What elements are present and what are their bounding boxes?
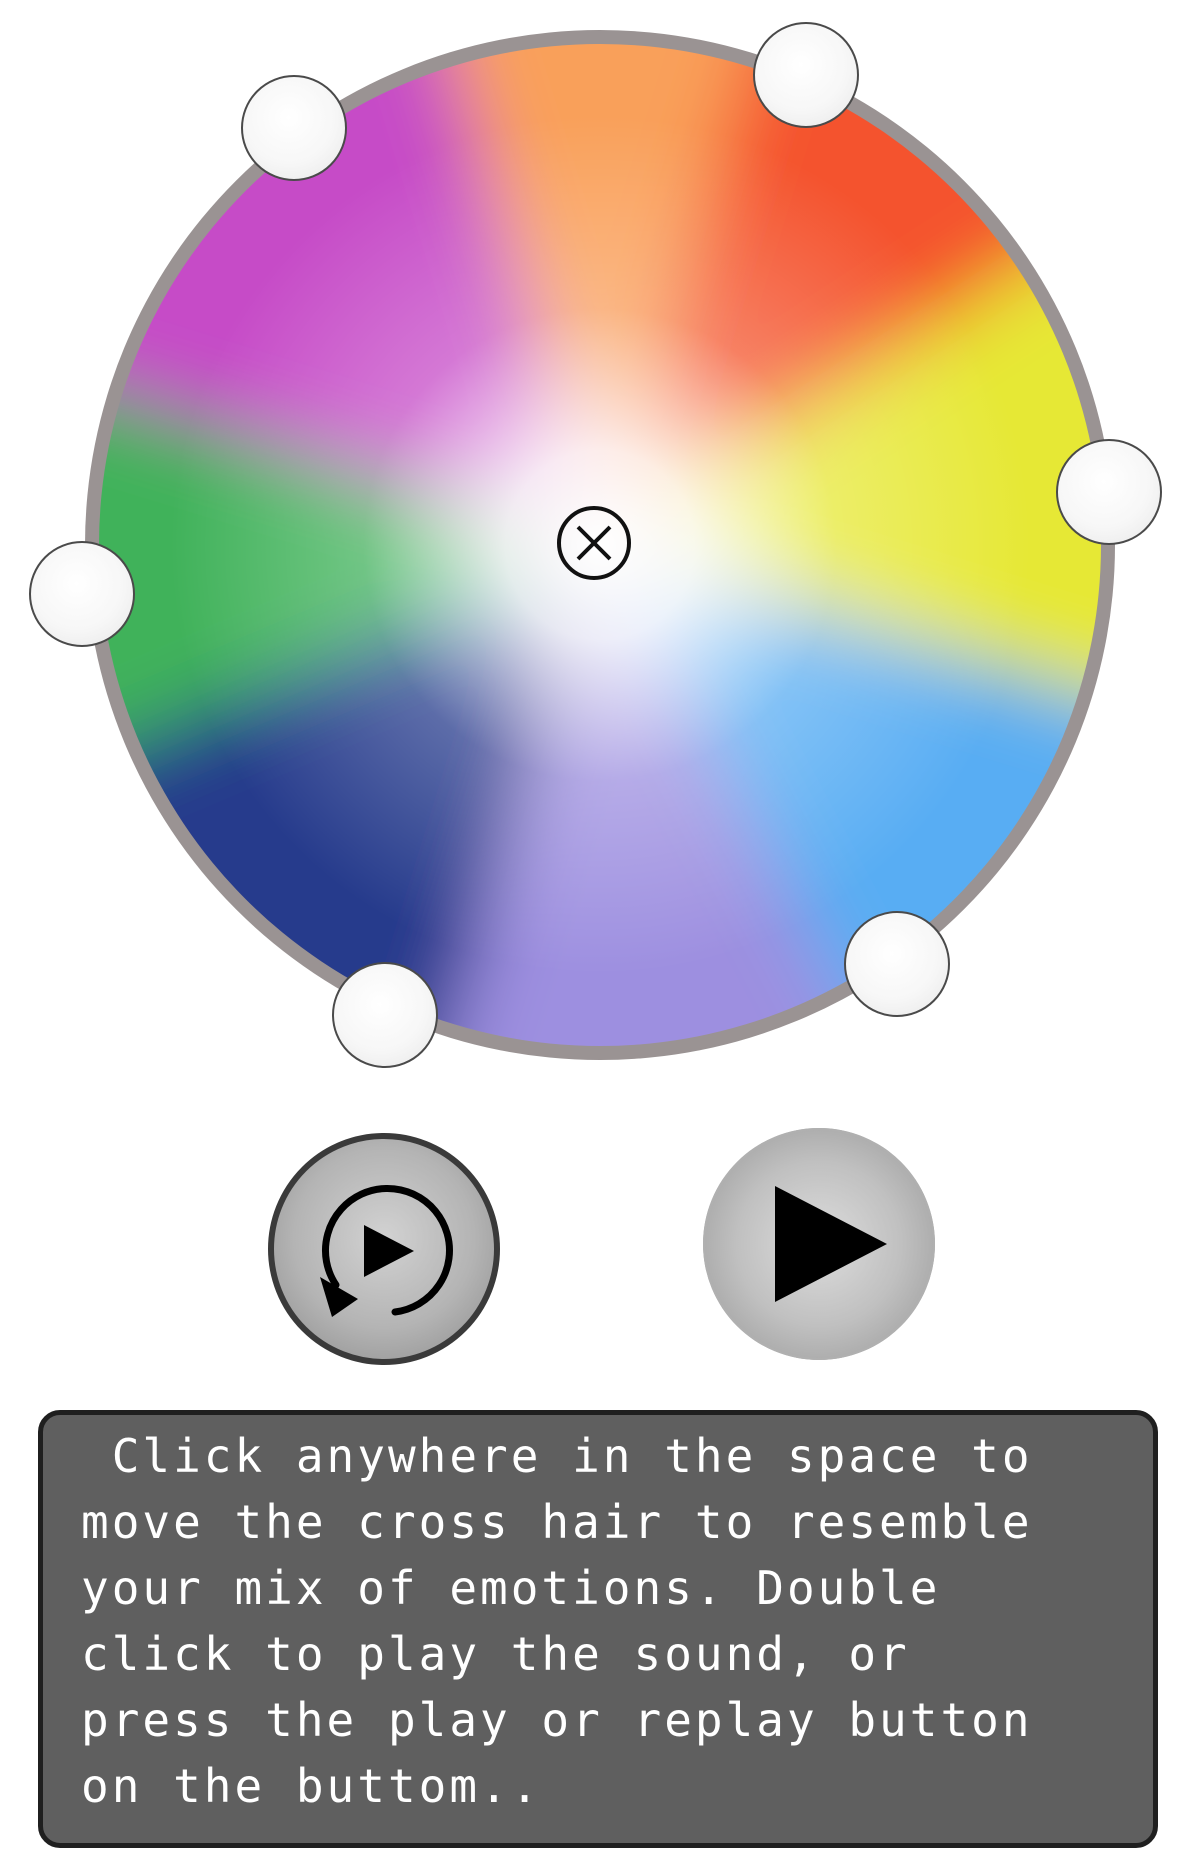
instruction-line-3: your mix of emotions. Double (81, 1561, 941, 1615)
wheel-handle-blue[interactable] (844, 911, 950, 1017)
play-button[interactable] (703, 1128, 935, 1360)
replay-icon (320, 1185, 453, 1317)
wheel-handle-orange-red[interactable] (753, 22, 859, 128)
instruction-line-1: Click anywhere in the space to (81, 1429, 1033, 1483)
instruction-line-2: move the cross hair to resemble (81, 1495, 1033, 1549)
wheel-handle-green[interactable] (29, 541, 135, 647)
instruction-text: Click anywhere in the space to move the … (81, 1423, 1129, 1819)
instruction-line-4: click to play the sound, or (81, 1627, 910, 1681)
wheel-handle-navy[interactable] (332, 962, 438, 1068)
instruction-panel: Click anywhere in the space to move the … (38, 1410, 1158, 1848)
replay-button[interactable] (268, 1133, 500, 1365)
emotion-wheel-area[interactable] (0, 0, 1200, 1080)
wheel-handle-magenta[interactable] (241, 75, 347, 181)
emotion-wheel[interactable] (0, 0, 1200, 1080)
instruction-line-6: on the buttom.. (81, 1759, 542, 1813)
play-icon (775, 1186, 887, 1302)
instruction-line-5: press the play or replay button (81, 1693, 1033, 1747)
wheel-handle-yellow[interactable] (1056, 439, 1162, 545)
wheel-center-glow (170, 115, 1030, 975)
